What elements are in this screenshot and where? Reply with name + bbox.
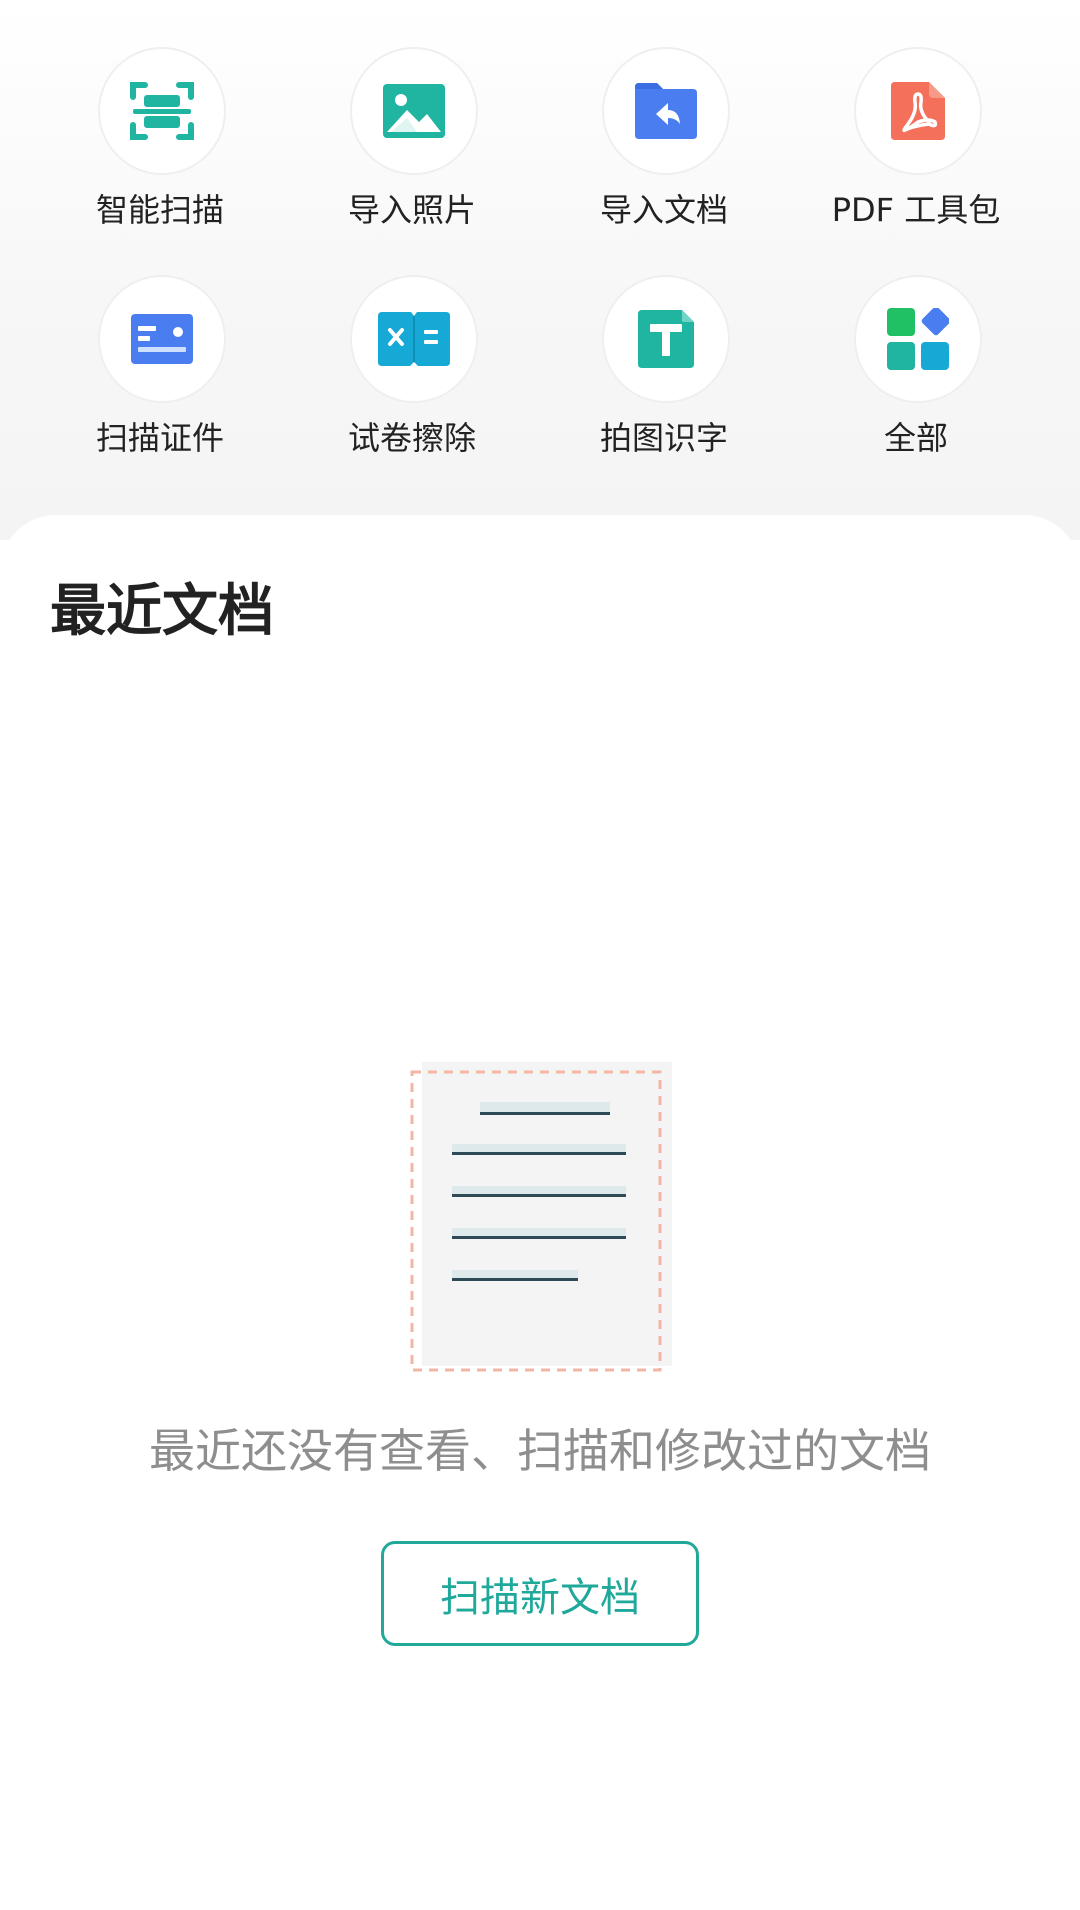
tool-all-circle[interactable] [854,275,982,403]
exam-erase-icon [378,312,450,366]
tool-all-label: 全部 [883,419,948,457]
tool-import-photo[interactable]: 导入照片 [286,0,538,229]
pdf-toolkit-icon [891,82,945,140]
tool-exam-erase-circle[interactable] [350,275,478,403]
scan-new-document-button[interactable]: 扫描新文档 [381,1541,699,1646]
empty-document-illustration [408,1060,678,1375]
tool-import-photo-circle[interactable] [350,47,478,175]
all-apps-icon [887,308,949,370]
import-document-icon [635,83,697,139]
tool-scan-id[interactable]: 扫描证件 [34,228,286,457]
empty-state-message: 最近还没有查看、扫描和修改过的文档 [149,1424,931,1478]
tool-pdf-toolkit-circle[interactable] [854,47,982,175]
tool-smart-scan-circle[interactable] [98,47,226,175]
tool-smart-scan[interactable]: 智能扫描 [34,0,286,229]
tool-all[interactable]: 全部 [790,228,1042,457]
tool-scan-id-label: 扫描证件 [95,419,224,457]
smart-scan-icon [130,82,194,140]
tool-scan-id-circle[interactable] [98,275,226,403]
tool-exam-erase-label: 试卷擦除 [347,419,476,457]
tool-text-recognition[interactable]: 拍图识字 [538,228,790,457]
tool-import-document-circle[interactable] [602,47,730,175]
tool-import-document-label: 导入文档 [599,191,728,229]
tool-import-photo-label: 导入照片 [347,191,476,229]
document-placeholder-icon [410,1062,672,1372]
text-recognition-icon [638,310,694,368]
tool-pdf-toolkit-label: PDF 工具包 [831,191,1001,229]
scan-id-icon [131,314,193,364]
tools-grid: 智能扫描 导入照片 导入文档 PDF 工具包 扫描证件 试卷擦除 拍图识字 全部 [0,0,1080,520]
tool-exam-erase[interactable]: 试卷擦除 [286,228,538,457]
tool-smart-scan-label: 智能扫描 [95,191,224,229]
import-photo-icon [383,84,445,138]
tool-pdf-toolkit[interactable]: PDF 工具包 [790,0,1042,229]
recent-documents-title: 最近文档 [50,579,274,644]
tool-text-recognition-circle[interactable] [602,275,730,403]
tool-import-document[interactable]: 导入文档 [538,0,790,229]
tool-text-recognition-label: 拍图识字 [599,419,728,457]
